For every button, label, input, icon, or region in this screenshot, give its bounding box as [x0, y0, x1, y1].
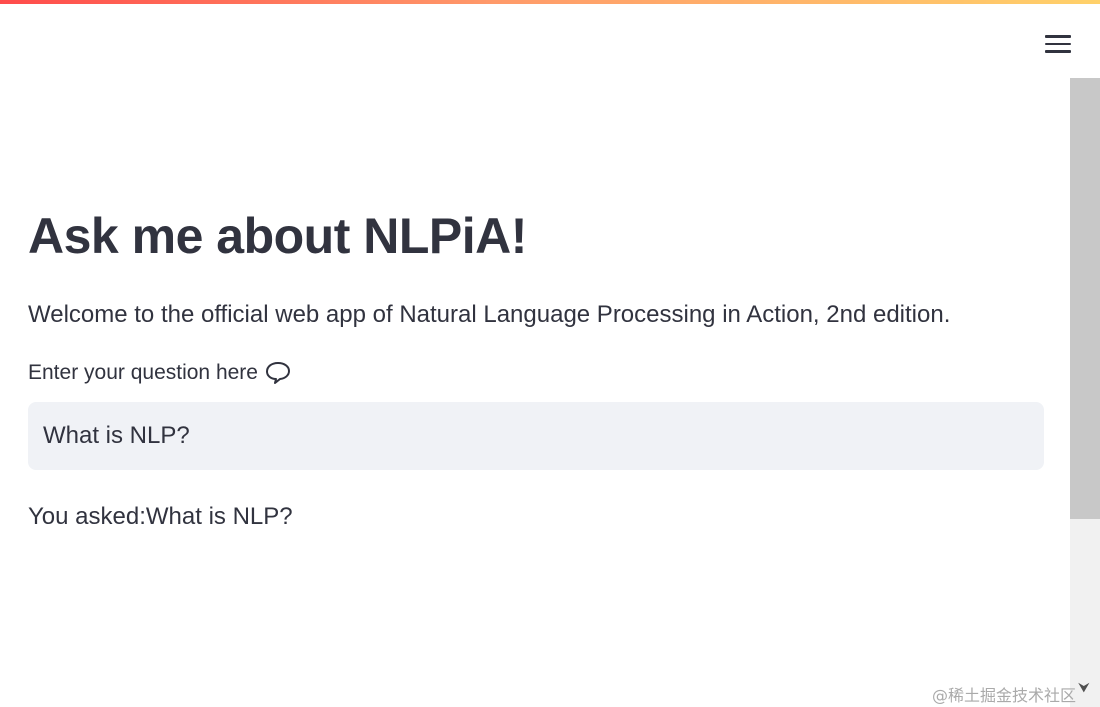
answer-text: You asked:What is NLP? [28, 500, 1044, 534]
vertical-scrollbar[interactable] [1070, 78, 1100, 707]
question-label-text: Enter your question here [28, 361, 258, 384]
top-gradient-bar [0, 0, 1100, 4]
welcome-text: Welcome to the official web app of Natur… [28, 301, 951, 328]
question-input[interactable] [28, 402, 1044, 470]
answer-prefix: You asked: [28, 503, 146, 530]
watermark-text: @稀土掘金技术社区 [932, 686, 1077, 705]
speech-bubble-icon [265, 362, 290, 384]
hamburger-menu-icon-line [1045, 42, 1071, 46]
main-menu-button[interactable] [1038, 28, 1078, 60]
hamburger-menu-icon-line [1045, 50, 1071, 53]
hamburger-menu-icon [1045, 35, 1071, 38]
answer-value: What is NLP? [145, 503, 293, 530]
scroll-down-arrow-icon[interactable]: ⮟ [1078, 680, 1090, 694]
streamlit-app: Ask me about NLPiA! Welcome to the offic… [0, 0, 1100, 707]
main-content: Ask me about NLPiA! Welcome to the offic… [28, 200, 1044, 534]
scrollbar-thumb[interactable] [1070, 78, 1100, 519]
question-label: Enter your question here [28, 358, 1044, 388]
page-title: Ask me about NLPiA! [28, 208, 527, 264]
